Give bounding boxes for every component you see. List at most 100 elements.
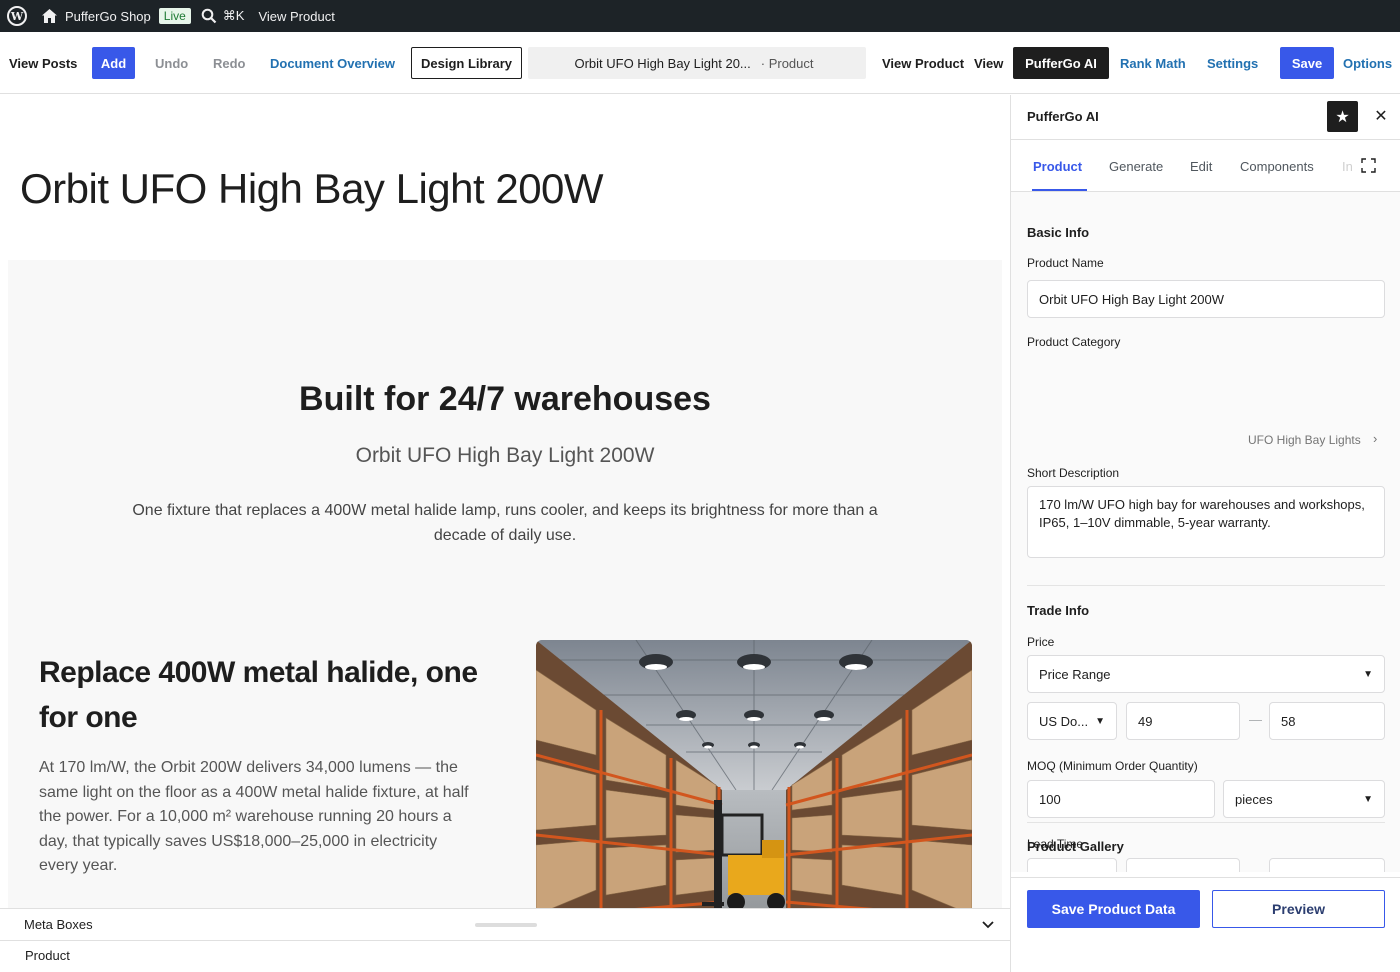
puffergo-ai-sidebar: PufferGo AI ★ ✕ Product Generate Edit Co… <box>1010 95 1400 972</box>
price-mode-select[interactable]: Price Range ▼ <box>1027 655 1385 693</box>
price-min-input[interactable]: 49 <box>1126 702 1240 740</box>
undo-button[interactable]: Undo <box>155 47 188 79</box>
chevron-right-icon[interactable]: › <box>1373 431 1377 446</box>
short-description-label: Short Description <box>1027 466 1120 480</box>
meta-boxes-label: Meta Boxes <box>24 917 93 932</box>
moq-label: MOQ (Minimum Order Quantity) <box>1027 759 1198 773</box>
hero-paragraph[interactable]: One fixture that replaces a 400W metal h… <box>130 498 880 548</box>
design-library-button[interactable]: Design Library <box>411 47 522 79</box>
lead-unit-value: days <box>1039 870 1066 873</box>
product-name-value: Orbit UFO High Bay Light 200W <box>1039 291 1224 307</box>
search-shortcut: ⌘K <box>222 8 245 23</box>
tab-product[interactable]: Product <box>1033 140 1082 192</box>
redo-button[interactable]: Redo <box>213 47 246 79</box>
sidebar-panel[interactable]: Basic Info Product Name Orbit UFO High B… <box>1011 192 1400 872</box>
options-button[interactable]: Options <box>1343 47 1392 79</box>
site-name-link[interactable]: PufferGo Shop Live <box>33 0 199 32</box>
product-category-value[interactable]: UFO High Bay Lights <box>1248 433 1361 447</box>
close-icon[interactable]: ✕ <box>1369 104 1393 128</box>
view-button[interactable]: View <box>974 47 1003 79</box>
moq-value: 100 <box>1039 791 1061 807</box>
breadcrumb[interactable]: Product <box>25 948 70 963</box>
hero-heading[interactable]: Built for 24/7 warehouses <box>8 380 1002 419</box>
section-divider <box>1027 822 1385 823</box>
range-dash: — <box>1249 868 1262 872</box>
hero-subheading[interactable]: Orbit UFO High Bay Light 200W <box>8 444 1002 468</box>
sidebar-header: PufferGo AI ★ ✕ <box>1011 95 1400 140</box>
live-badge: Live <box>158 8 191 24</box>
wordpress-icon: W <box>7 6 27 26</box>
search-icon <box>201 8 217 24</box>
chevron-down-icon: ▼ <box>1095 715 1105 727</box>
feature-heading[interactable]: Replace 400W metal halide, one for one <box>39 650 489 740</box>
moq-input[interactable]: 100 <box>1027 780 1215 818</box>
preview-button[interactable]: Preview <box>1212 890 1385 928</box>
range-dash: — <box>1249 712 1262 727</box>
lead-max-value: 15 <box>1281 870 1295 873</box>
chevron-down-icon: ▼ <box>1363 793 1373 805</box>
home-icon <box>42 9 57 23</box>
document-overview-button[interactable]: Document Overview <box>270 47 395 79</box>
site-name: PufferGo Shop <box>65 8 151 24</box>
star-icon[interactable]: ★ <box>1327 101 1358 132</box>
moq-unit-select[interactable]: pieces ▼ <box>1223 780 1385 818</box>
meta-boxes-bar[interactable]: Meta Boxes <box>0 908 1010 941</box>
document-type: · Product <box>760 55 814 71</box>
basic-info-title: Basic Info <box>1027 225 1090 240</box>
price-mode-value: Price Range <box>1039 666 1111 682</box>
add-block-button[interactable]: Add <box>92 47 135 79</box>
lead-min-value: 12 <box>1138 870 1152 873</box>
active-tab-indicator <box>1032 189 1087 191</box>
sidebar-tabs: Product Generate Edit Components In <box>1011 140 1400 192</box>
expand-icon[interactable] <box>1361 158 1376 173</box>
warehouse-image[interactable] <box>536 640 972 908</box>
view-product-link[interactable]: View Product <box>252 0 342 32</box>
tab-overflow[interactable]: In <box>1342 140 1352 192</box>
sidebar-footer: Save Product Data Preview <box>1011 877 1400 972</box>
save-button[interactable]: Save <box>1280 47 1334 79</box>
post-title[interactable]: Orbit UFO High Bay Light 200W <box>20 165 604 213</box>
sidebar-title: PufferGo AI <box>1027 109 1099 124</box>
document-title: Orbit UFO High Bay Light 20... <box>574 55 751 71</box>
command-palette-button[interactable]: ⌘K <box>199 0 253 32</box>
product-category-label: Product Category <box>1027 335 1121 349</box>
warehouse-illustration <box>536 640 972 908</box>
trade-info-title: Trade Info <box>1027 603 1090 618</box>
currency-value: US Do... <box>1039 713 1089 729</box>
product-name-input[interactable]: Orbit UFO High Bay Light 200W <box>1027 280 1385 318</box>
lead-min-input[interactable]: 12 <box>1126 858 1240 872</box>
chevron-down-icon[interactable] <box>982 921 994 929</box>
settings-button[interactable]: Settings <box>1207 47 1258 79</box>
view-posts-button[interactable]: View Posts <box>9 47 77 79</box>
currency-select[interactable]: US Do... ▼ <box>1027 702 1117 740</box>
chevron-down-icon: ▼ <box>1363 668 1373 680</box>
editor-toolbar: View Posts Add Undo Redo Document Overvi… <box>0 32 1400 94</box>
price-min-value: 49 <box>1138 713 1153 729</box>
tab-edit[interactable]: Edit <box>1190 140 1212 192</box>
resize-handle[interactable] <box>475 923 537 927</box>
rank-math-button[interactable]: Rank Math <box>1120 47 1186 79</box>
product-gallery-title: Product Gallery <box>1027 839 1124 854</box>
puffergo-ai-button[interactable]: PufferGo AI <box>1013 47 1109 79</box>
tab-components[interactable]: Components <box>1240 140 1314 192</box>
chevron-down-icon: ▼ <box>1095 872 1105 873</box>
moq-unit-value: pieces <box>1235 791 1273 807</box>
document-bar[interactable]: Orbit UFO High Bay Light 20... · Product <box>528 47 866 79</box>
view-product-button[interactable]: View Product <box>882 47 964 79</box>
editor-canvas[interactable]: Orbit UFO High Bay Light 200W Built for … <box>0 95 1010 908</box>
price-max-input[interactable]: 58 <box>1269 702 1385 740</box>
lead-max-input[interactable]: 15 <box>1269 858 1385 872</box>
save-product-data-button[interactable]: Save Product Data <box>1027 890 1200 928</box>
tab-generate[interactable]: Generate <box>1109 140 1163 192</box>
wordpress-logo-button[interactable]: W <box>0 0 33 32</box>
hero-section[interactable]: Built for 24/7 warehouses Orbit UFO High… <box>8 260 1002 908</box>
product-name-label: Product Name <box>1027 256 1104 270</box>
view-product-label: View Product <box>258 8 335 24</box>
price-label: Price <box>1027 635 1055 649</box>
admin-bar: W PufferGo Shop Live ⌘K View Product <box>0 0 1400 32</box>
short-description-textarea[interactable]: 170 lm/W UFO high bay for warehouses and… <box>1027 486 1385 558</box>
lead-unit-select[interactable]: days ▼ <box>1027 858 1117 872</box>
price-max-value: 58 <box>1281 713 1296 729</box>
section-divider <box>1027 585 1385 586</box>
feature-paragraph[interactable]: At 170 lm/W, the Orbit 200W delivers 34,… <box>39 756 479 879</box>
